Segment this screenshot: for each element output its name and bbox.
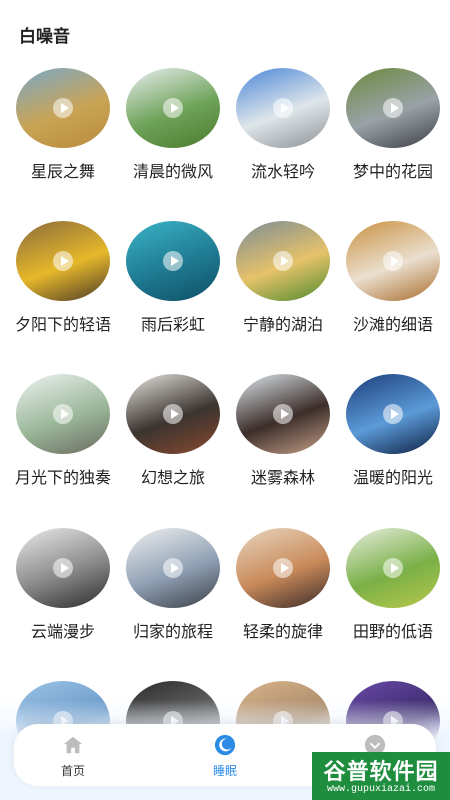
sound-label: 夕阳下的轻语 — [14, 315, 111, 334]
tab-home-label: 首页 — [60, 764, 85, 778]
home-icon — [63, 736, 83, 754]
tab-home[interactable]: 首页 — [18, 724, 128, 786]
sound-thumbnail — [346, 68, 440, 148]
play-icon[interactable] — [273, 404, 293, 424]
play-icon[interactable] — [273, 98, 293, 118]
watermark-logo: 谷普软件园 — [323, 760, 439, 785]
page-header: 白噪音 — [0, 0, 450, 60]
play-icon[interactable] — [383, 98, 403, 118]
moon-icon — [214, 734, 236, 756]
play-icon[interactable] — [163, 251, 183, 271]
sound-label: 沙滩的细语 — [352, 315, 433, 334]
sound-thumbnail — [346, 528, 440, 608]
play-icon[interactable] — [163, 404, 183, 424]
sound-card[interactable]: 沙滩的细语 — [340, 219, 450, 369]
play-icon[interactable] — [163, 558, 183, 578]
sound-card[interactable]: 梦中的花园 — [340, 66, 450, 216]
sound-card[interactable]: 星辰之舞 — [10, 66, 120, 216]
sound-card[interactable]: 幻想之旅 — [120, 372, 230, 522]
sound-thumbnail — [126, 68, 220, 148]
play-icon[interactable] — [383, 404, 403, 424]
play-icon[interactable] — [53, 251, 73, 271]
sound-label: 宁静的湖泊 — [242, 315, 323, 334]
sound-label: 温暖的阳光 — [352, 468, 433, 487]
sound-card[interactable]: 田野的低语 — [340, 526, 450, 676]
sound-thumbnail — [126, 528, 220, 608]
tab-sleep[interactable]: 睡眠 — [170, 724, 280, 786]
sound-label: 轻柔的旋律 — [242, 622, 323, 641]
sound-card[interactable]: 宁静的湖泊 — [230, 219, 340, 369]
sound-thumbnail — [236, 374, 330, 454]
play-icon[interactable] — [53, 558, 73, 578]
sound-card[interactable]: 月光下的独奏 — [10, 372, 120, 522]
sound-label: 月光下的独奏 — [14, 468, 111, 487]
sound-card[interactable]: 迷雾森林 — [230, 372, 340, 522]
sound-label: 星辰之舞 — [30, 162, 95, 181]
sound-thumbnail — [346, 374, 440, 454]
sound-card[interactable]: 归家的旅程 — [120, 526, 230, 676]
sound-thumbnail — [236, 528, 330, 608]
play-icon[interactable] — [383, 558, 403, 578]
sound-label: 梦中的花园 — [352, 162, 433, 181]
sound-label: 雨后彩虹 — [140, 315, 205, 334]
sound-card[interactable]: 雨后彩虹 — [120, 219, 230, 369]
sound-thumbnail — [236, 68, 330, 148]
sound-thumbnail — [16, 528, 110, 608]
sound-thumbnail — [16, 68, 110, 148]
play-icon[interactable] — [273, 251, 293, 271]
sound-label: 幻想之旅 — [140, 468, 205, 487]
play-icon[interactable] — [273, 558, 293, 578]
play-icon[interactable] — [53, 98, 73, 118]
tab-sleep-label: 睡眠 — [212, 764, 237, 778]
sound-card[interactable]: 温暖的阳光 — [340, 372, 450, 522]
play-icon[interactable] — [53, 404, 73, 424]
sound-label: 云端漫步 — [30, 622, 95, 641]
sound-label: 流水轻吟 — [250, 162, 315, 181]
sound-card[interactable]: 流水轻吟 — [230, 66, 340, 216]
sound-thumbnail — [346, 221, 440, 301]
sound-card[interactable]: 清晨的微风 — [120, 66, 230, 216]
sound-thumbnail — [16, 221, 110, 301]
play-icon[interactable] — [163, 98, 183, 118]
sound-label: 归家的旅程 — [132, 622, 213, 641]
sound-label: 清晨的微风 — [132, 162, 213, 181]
sound-thumbnail — [126, 374, 220, 454]
sound-thumbnail — [126, 221, 220, 301]
sound-label: 田野的低语 — [352, 622, 433, 641]
sound-card[interactable]: 轻柔的旋律 — [230, 526, 340, 676]
sound-thumbnail — [236, 221, 330, 301]
watermark-url: www.gupuxiazai.com — [326, 784, 436, 795]
sound-label: 迷雾森林 — [250, 468, 315, 487]
play-icon[interactable] — [383, 251, 403, 271]
sound-card[interactable]: 夕阳下的轻语 — [10, 219, 120, 369]
sound-thumbnail — [16, 374, 110, 454]
site-watermark: 谷普软件园 www.gupuxiazai.com — [312, 752, 450, 800]
page-title: 白噪音 — [19, 27, 70, 47]
sound-card[interactable]: 云端漫步 — [10, 526, 120, 676]
